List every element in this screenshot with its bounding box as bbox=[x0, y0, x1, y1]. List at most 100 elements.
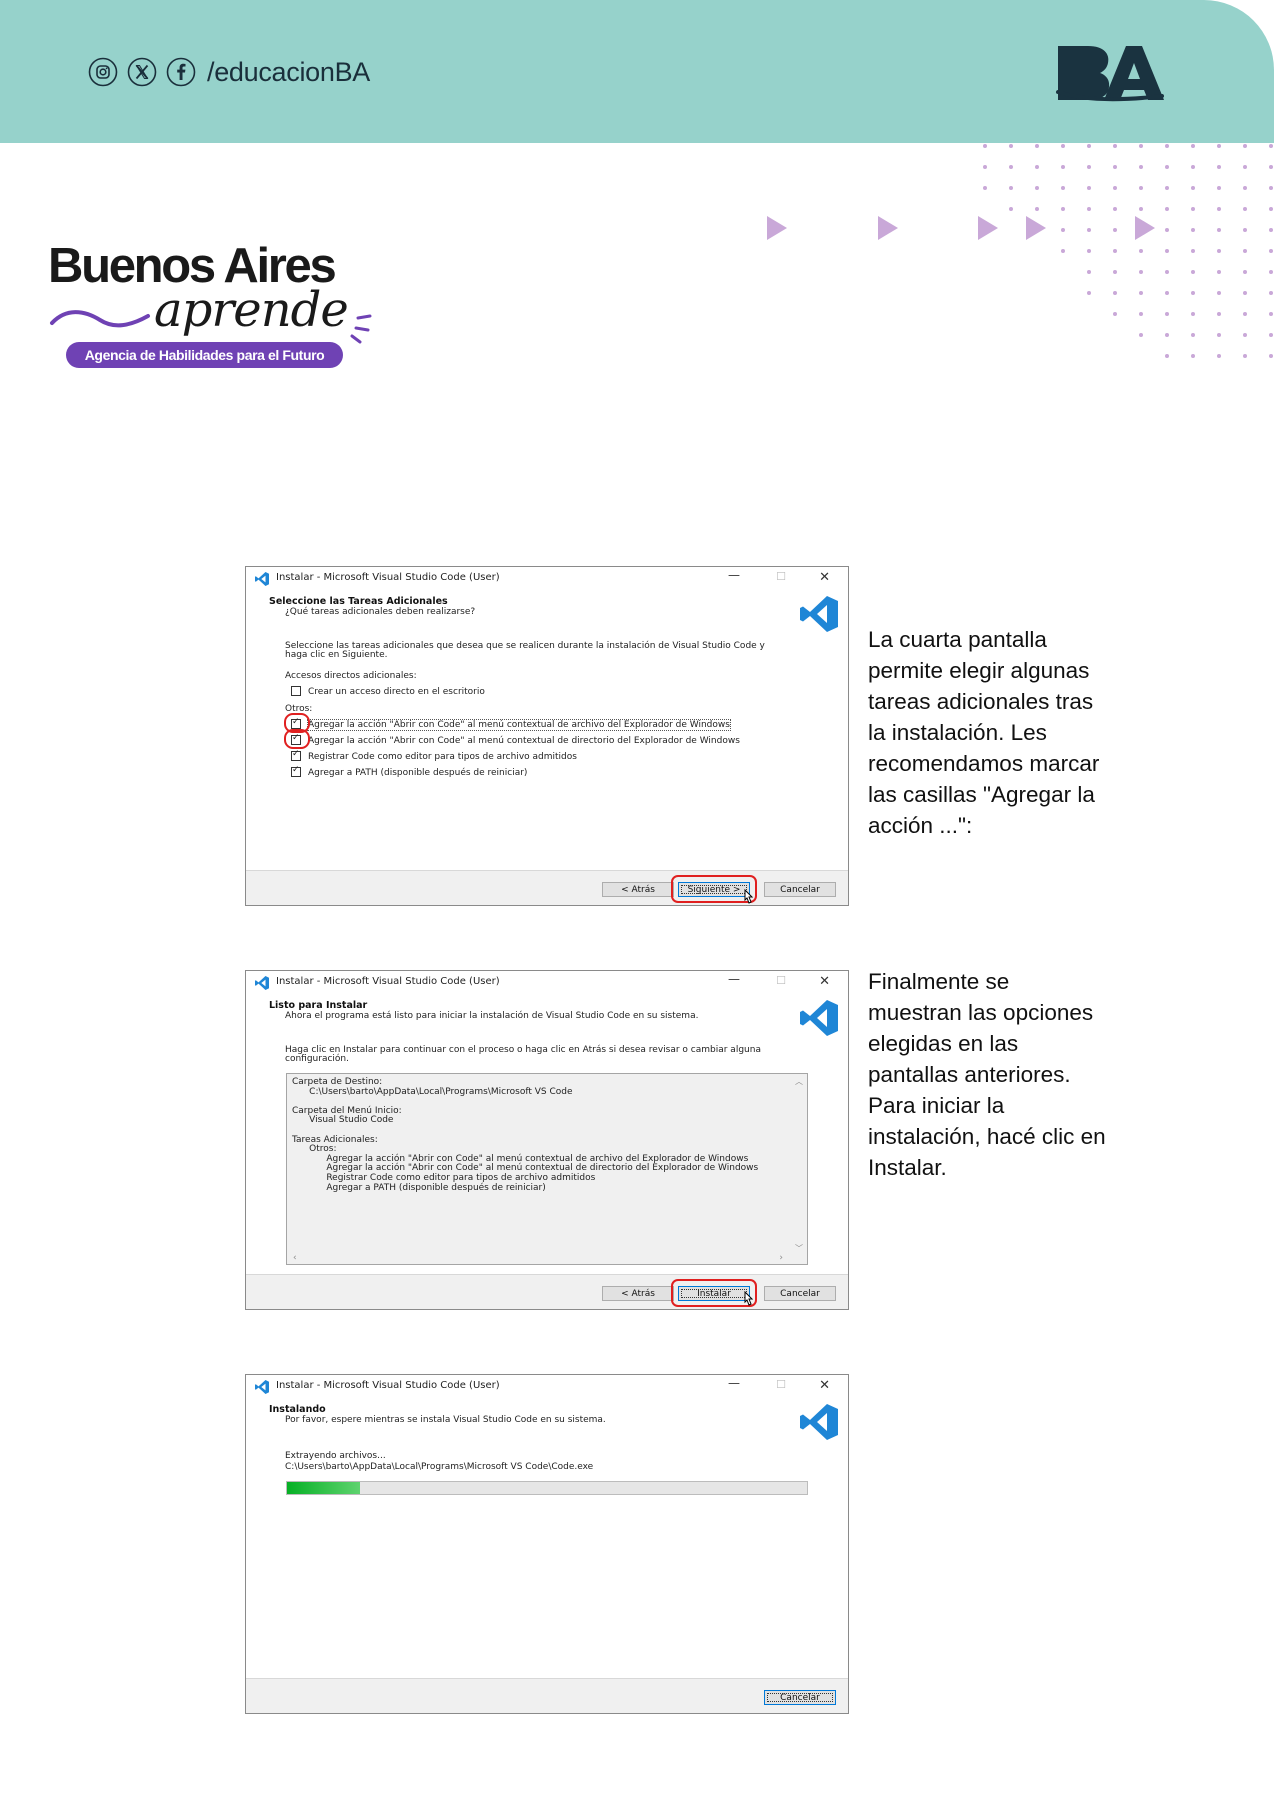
checkbox-register-editor[interactable] bbox=[291, 749, 301, 761]
page-heading: Seleccione las Tareas Adicionales bbox=[269, 596, 448, 607]
checkbox-desktop[interactable] bbox=[291, 686, 301, 696]
option-register-editor-label[interactable]: Registrar Code como editor para tipos de… bbox=[308, 752, 577, 762]
option-desktop-label[interactable]: Crear un acceso directo en el escritorio bbox=[308, 687, 485, 697]
decor-dot bbox=[1243, 207, 1247, 211]
caption-line: instalación, hacé clic en bbox=[868, 1124, 1106, 1149]
decor-dot bbox=[1269, 270, 1273, 274]
decor-dot bbox=[1139, 270, 1143, 274]
option-path-label[interactable]: Agregar a PATH (disponible después de re… bbox=[308, 768, 527, 778]
caption-line: permite elegir algunas bbox=[868, 658, 1090, 683]
social-handle[interactable]: /educacionBA bbox=[207, 57, 370, 88]
window-title: Instalar - Microsoft Visual Studio Code … bbox=[276, 976, 500, 987]
decor-dot bbox=[1243, 354, 1247, 358]
option-open-file-label[interactable]: Agregar la acción "Abrir con Code" al me… bbox=[307, 719, 731, 731]
decor-dot bbox=[1165, 165, 1169, 169]
cancel-button[interactable]: Cancelar bbox=[764, 1286, 836, 1301]
installer-dialog-ready: Instalar - Microsoft Visual Studio Code … bbox=[245, 970, 849, 1310]
decor-dot bbox=[1087, 291, 1091, 295]
vscode-logo-icon bbox=[800, 1404, 838, 1440]
decor-dot bbox=[1217, 249, 1221, 253]
decor-dot bbox=[1165, 333, 1169, 337]
back-button[interactable]: < Atrás bbox=[602, 882, 674, 897]
decor-dot bbox=[1061, 249, 1065, 253]
dialog-footer bbox=[246, 1274, 848, 1309]
page-subheading: ¿Qué tareas adicionales deben realizarse… bbox=[285, 607, 476, 617]
decor-dot bbox=[1009, 207, 1013, 211]
close-button[interactable]: ✕ bbox=[819, 1378, 830, 1393]
header-band: /educacionBA bbox=[0, 0, 1274, 143]
option-open-dir-label[interactable]: Agregar la acción "Abrir con Code" al me… bbox=[308, 736, 740, 746]
summary-memo[interactable]: Carpeta de Destino: C:\Users\barto\AppDa… bbox=[286, 1073, 808, 1265]
decor-dot bbox=[1061, 165, 1065, 169]
page-heading: Instalando bbox=[269, 1404, 326, 1415]
checkbox-path[interactable] bbox=[291, 765, 301, 777]
decor-dot bbox=[1191, 165, 1195, 169]
caption-line: pantallas anteriores. bbox=[868, 1062, 1071, 1087]
caption-line: La cuarta pantalla bbox=[868, 627, 1047, 652]
decor-dot bbox=[1269, 144, 1273, 148]
maximize-button[interactable]: ☐ bbox=[776, 1378, 786, 1391]
decor-dot bbox=[1243, 312, 1247, 316]
decor-dot bbox=[1113, 207, 1117, 211]
cancel-button[interactable]: Cancelar bbox=[764, 1690, 836, 1705]
scroll-up-icon[interactable]: ︿ bbox=[795, 1076, 803, 1087]
decor-dot bbox=[1087, 186, 1091, 190]
decor-dot bbox=[1009, 144, 1013, 148]
close-button[interactable]: ✕ bbox=[819, 974, 830, 989]
minimize-button[interactable]: — bbox=[728, 972, 740, 986]
decor-dot bbox=[983, 144, 987, 148]
decor-dot bbox=[1165, 312, 1169, 316]
decor-dot bbox=[983, 165, 987, 169]
minimize-button[interactable]: — bbox=[728, 1376, 740, 1390]
scroll-right-icon[interactable]: › bbox=[779, 1253, 783, 1263]
back-button[interactable]: < Atrás bbox=[602, 1286, 674, 1301]
caption-line: Finalmente se bbox=[868, 969, 1010, 994]
brand-script: aprende bbox=[154, 282, 349, 338]
decor-dot bbox=[1217, 312, 1221, 316]
close-button[interactable]: ✕ bbox=[819, 570, 830, 585]
instagram-icon[interactable] bbox=[88, 57, 118, 87]
decor-dot bbox=[1165, 144, 1169, 148]
brand-logo: Buenos Aires aprende Agencia de Habilida… bbox=[48, 238, 388, 373]
ba-logo bbox=[1056, 46, 1164, 102]
mouse-cursor-icon bbox=[744, 1291, 754, 1306]
decor-dot bbox=[1243, 165, 1247, 169]
maximize-button[interactable]: ☐ bbox=[776, 974, 786, 987]
decor-dot bbox=[1191, 354, 1195, 358]
decor-dot bbox=[1243, 291, 1247, 295]
caption-line: las casillas "Agregar la bbox=[868, 782, 1095, 807]
decor-dot bbox=[1165, 249, 1169, 253]
title-bar[interactable]: Instalar - Microsoft Visual Studio Code … bbox=[246, 567, 848, 589]
decor-dot bbox=[1035, 165, 1039, 169]
decor-dot bbox=[1191, 144, 1195, 148]
decor-dot bbox=[1217, 186, 1221, 190]
decor-dot bbox=[1243, 144, 1247, 148]
decor-dot bbox=[1009, 186, 1013, 190]
title-bar[interactable]: Instalar - Microsoft Visual Studio Code … bbox=[246, 971, 848, 993]
decor-dot bbox=[1269, 249, 1273, 253]
x-icon[interactable] bbox=[127, 57, 157, 87]
page-subheading: Ahora el programa está listo para inicia… bbox=[285, 1011, 699, 1021]
decor-dot bbox=[1243, 333, 1247, 337]
decor-dot bbox=[1009, 165, 1013, 169]
decor-dot bbox=[1191, 207, 1195, 211]
decor-dot bbox=[1217, 228, 1221, 232]
arrow-2 bbox=[878, 216, 898, 240]
scroll-down-icon[interactable]: ﹀ bbox=[795, 1243, 803, 1254]
cancel-button[interactable]: Cancelar bbox=[764, 882, 836, 897]
decor-dot bbox=[1165, 270, 1169, 274]
scroll-left-icon[interactable]: ‹ bbox=[293, 1253, 297, 1263]
decor-dot bbox=[1087, 207, 1091, 211]
vscode-icon bbox=[255, 976, 269, 990]
intro-line-1: Haga clic en Instalar para continuar con… bbox=[285, 1045, 761, 1055]
decor-dot bbox=[1087, 165, 1091, 169]
decor-dot bbox=[1217, 291, 1221, 295]
decor-dot bbox=[1113, 312, 1117, 316]
decor-dot bbox=[1165, 186, 1169, 190]
maximize-button[interactable]: ☐ bbox=[776, 570, 786, 583]
minimize-button[interactable]: — bbox=[728, 568, 740, 582]
decor-dot bbox=[1061, 186, 1065, 190]
title-bar[interactable]: Instalar - Microsoft Visual Studio Code … bbox=[246, 1375, 848, 1397]
installer-dialog-installing: Instalar - Microsoft Visual Studio Code … bbox=[245, 1374, 849, 1714]
facebook-icon[interactable] bbox=[166, 57, 196, 87]
